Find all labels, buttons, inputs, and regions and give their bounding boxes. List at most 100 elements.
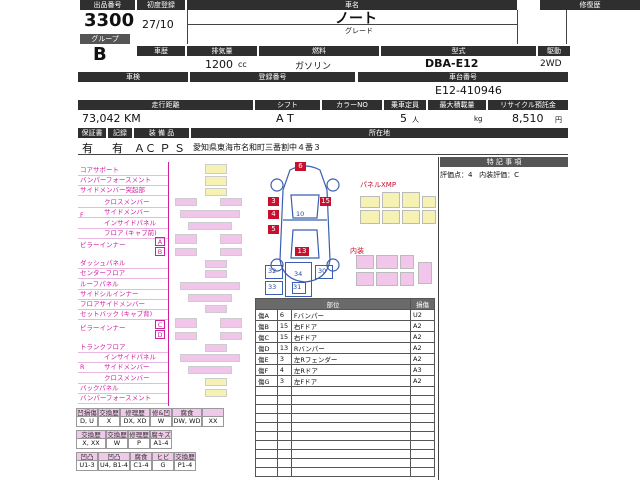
group-a-label: A (155, 237, 165, 246)
damage-cell: 傷C (255, 331, 278, 343)
legend-value: U1-3 (76, 461, 98, 471)
part-label: クロスメンバー (104, 198, 150, 206)
special-title: 特 記 事 項 (440, 157, 568, 167)
empty-cell (410, 404, 435, 414)
chassis-label: 車台番号 (358, 72, 568, 82)
table-row: 傷E 3 左Rフェンダー A2 (255, 353, 435, 365)
legend-cell: 腐キズ A1-4 (150, 430, 172, 449)
shift-label: シフト (255, 100, 320, 110)
warranty-label: 保証書 (78, 128, 106, 138)
interior-block (400, 272, 414, 286)
part-label: インサイドパネル (104, 353, 156, 361)
record-label: 記録 (108, 128, 132, 138)
group-c-label: C (155, 320, 165, 329)
part-label: ルーフパネル (80, 280, 119, 288)
damage-cell: A2 (410, 375, 435, 387)
part-label: バンパーフォースメント (80, 176, 152, 184)
legend-cell: 凹凸 U4, B1-4 (98, 452, 130, 471)
legend-cell: 交換歴 X, XX (76, 430, 106, 449)
damage-cell: A2 (410, 353, 435, 365)
legend-head: 交換歴 (174, 452, 196, 461)
empty-cell (290, 395, 412, 405)
max-load-label: 最大積載量 (428, 100, 486, 110)
panel-block (402, 210, 420, 224)
legend-value: D, U (76, 417, 98, 427)
empty-cell (290, 431, 412, 441)
legend-head: 修理歴 (128, 430, 150, 439)
interior-label: 内装評価： (479, 171, 515, 179)
part-divider (78, 403, 168, 404)
empty-cell (276, 395, 292, 405)
part-label: サイドメンバー (104, 208, 150, 216)
legend-cell: 腐食 DW, WD (172, 408, 202, 427)
part-label: フロア (キャブ前) (104, 229, 157, 237)
empty-cell (276, 440, 292, 450)
damage-cell: A2 (410, 320, 435, 332)
legend-cell: 腐食 C1-4 (130, 452, 152, 471)
legend-value: G (152, 461, 174, 471)
frame-block (188, 366, 232, 374)
damage-point-15: 15 (320, 197, 331, 206)
legend-head: 凹凸 (76, 452, 98, 461)
legend-value: W (150, 417, 172, 427)
displacement-unit: cc (238, 60, 247, 69)
frame-block (205, 344, 227, 352)
first-reg-label: 初度登録 (137, 0, 185, 10)
empty-cell (410, 413, 435, 423)
empty-cell (290, 467, 412, 477)
empty-cell (290, 440, 412, 450)
legend-value: P (128, 439, 150, 449)
empty-row (255, 404, 435, 414)
damage-cell: 右Fドア (290, 331, 412, 343)
fuel: ガソリン (295, 62, 332, 72)
load-unit: kg (474, 115, 483, 123)
damage-cell: 傷B (255, 320, 278, 332)
model-label: 型式 (381, 46, 536, 56)
panel-block (402, 192, 420, 208)
score-label: 評価点： (440, 171, 468, 179)
history-label: 修復歴 (540, 0, 640, 10)
inspection-label: 車検 (78, 72, 188, 82)
table-row: 傷D 13 Rバンパー A2 (255, 342, 435, 354)
empty-cell (255, 449, 278, 459)
damage-point-13: 13 (295, 247, 309, 256)
damage-cell: 傷F (255, 364, 278, 376)
panel-block (422, 210, 436, 224)
frame-block (205, 188, 227, 196)
frame-block (205, 260, 227, 268)
capacity: 5 (400, 112, 407, 125)
legend-value: W (106, 439, 128, 449)
empty-cell (410, 467, 435, 477)
interior-block (356, 272, 374, 286)
model: DBA-E12 (425, 57, 479, 70)
empty-cell (290, 458, 412, 468)
frame-block (175, 332, 197, 340)
damage-point-5: 5 (268, 225, 279, 234)
legend-head: 腐キズ (150, 430, 172, 439)
drive: 2WD (540, 59, 562, 69)
table-row: 傷A 6 Fバンパー U2 (255, 309, 435, 321)
part-label: センターフロア (80, 269, 126, 277)
empty-row (255, 422, 435, 432)
empty-cell (255, 422, 278, 432)
panel-block (382, 192, 400, 208)
empty-cell (255, 467, 278, 477)
empty-cell (410, 422, 435, 432)
legend-head: 交換歴 (106, 430, 128, 439)
part-label: フロアサイドメンバー (80, 300, 145, 308)
mileage-label: 走行距離 (78, 100, 253, 110)
frame-block (220, 248, 242, 256)
legend-head: 修&凹 (150, 408, 172, 417)
damage-cell: A3 (410, 364, 435, 376)
interior: C (514, 171, 520, 179)
empty-cell (255, 458, 278, 468)
displacement-label: 排気量 (187, 46, 257, 56)
damage-cell: 15 (276, 320, 292, 332)
part-label: インサイドパネル (104, 219, 156, 227)
empty-row (255, 449, 435, 459)
legend-value: U4, B1-4 (98, 461, 130, 471)
part-label: サイドシルインナー (80, 290, 139, 298)
legend-value: X, XX (76, 439, 106, 449)
legend-cell: XX (202, 408, 224, 427)
damage-cell: 傷A (255, 309, 278, 321)
